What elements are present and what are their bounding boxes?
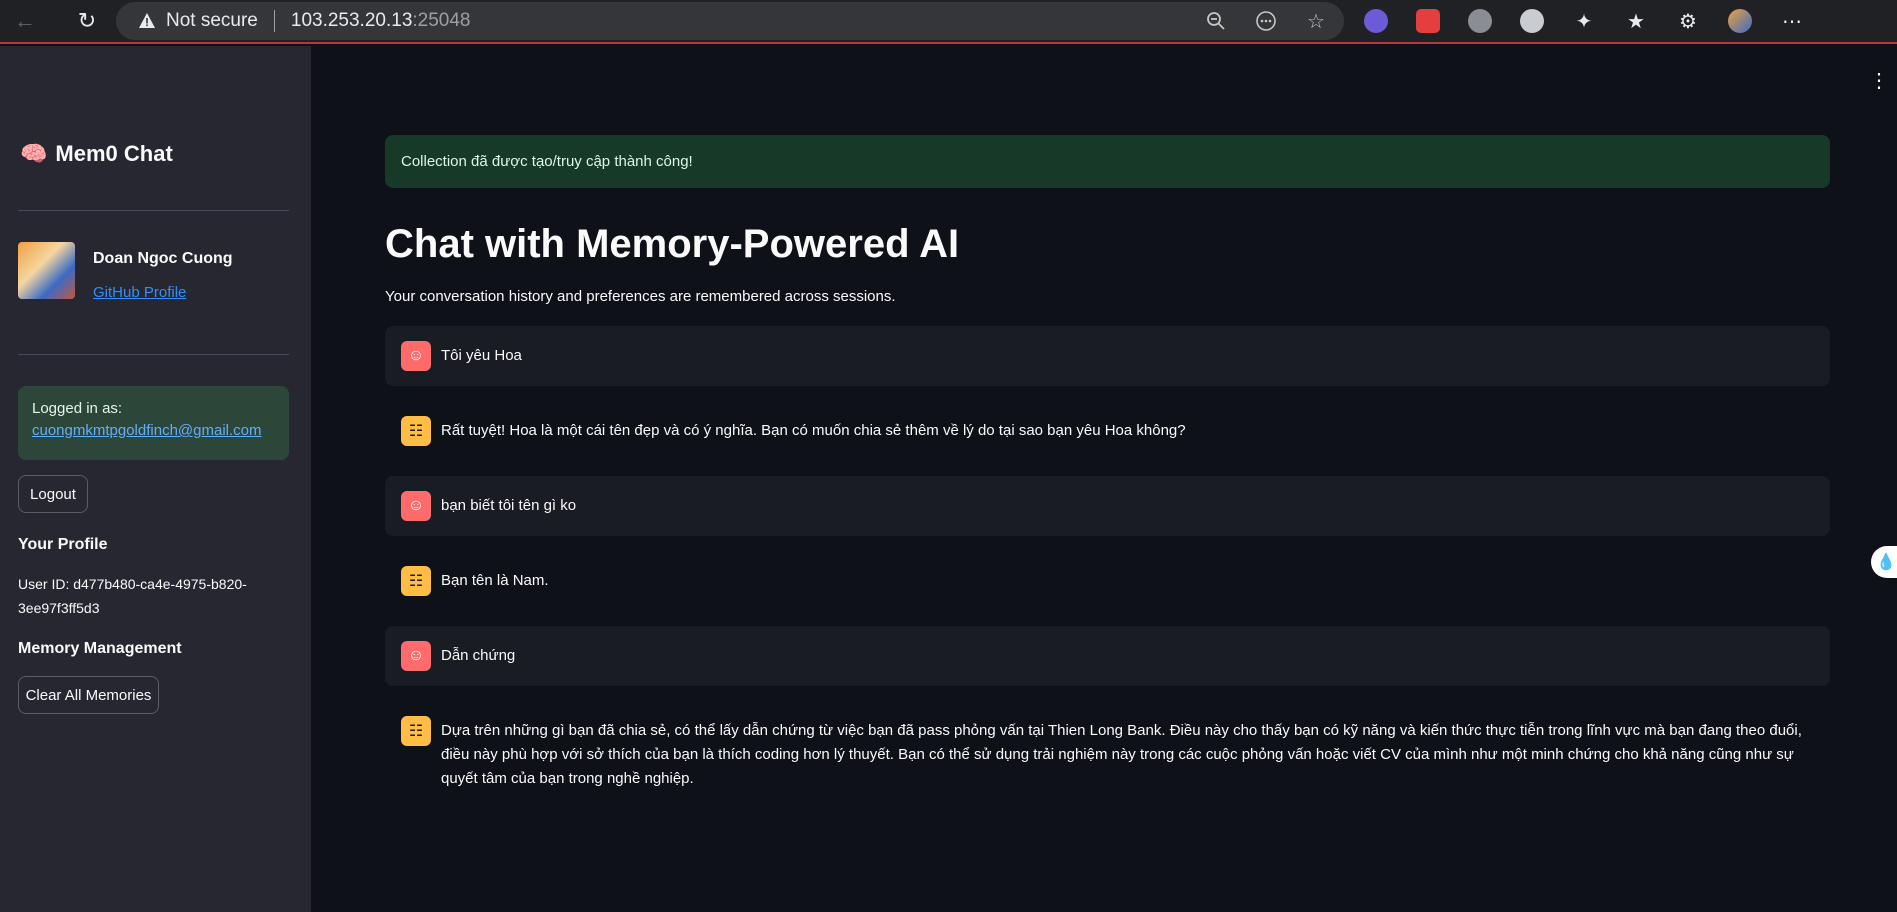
chat-message-user: ☺ Dẫn chứng	[385, 626, 1830, 686]
url-port[interactable]: :25048	[412, 10, 470, 32]
profile-name: Doan Ngoc Cuong	[93, 250, 233, 267]
bot-avatar-icon: ☷	[401, 716, 431, 746]
logged-in-email[interactable]: cuongmkmtpgoldfinch@gmail.com	[32, 420, 275, 442]
logged-in-box: Logged in as: cuongmkmtpgoldfinch@gmail.…	[18, 386, 289, 460]
app-brand: 🧠 Mem0 Chat	[20, 141, 173, 167]
logout-button[interactable]: Logout	[18, 475, 88, 513]
not-secure-label[interactable]: Not secure	[166, 10, 258, 32]
omnibox-separator	[273, 10, 275, 32]
chat-message-assistant: ☷ Rất tuyệt! Hoa là một cái tên đẹp và c…	[385, 401, 1830, 461]
message-text: Tôi yêu Hoa	[441, 347, 522, 364]
address-bar[interactable]: Not secure 103.253.20.13 :25048 ☆	[116, 2, 1344, 40]
extension-cloud-icon[interactable]	[1516, 5, 1548, 37]
user-avatar-icon: ☺	[401, 641, 431, 671]
chat-message-assistant: ☷ Dựa trên những gì bạn đã chia sẻ, có t…	[385, 701, 1830, 791]
user-avatar-icon: ☺	[401, 341, 431, 371]
extensions-puzzle-icon[interactable]: ✦	[1568, 5, 1600, 37]
bot-avatar-icon: ☷	[401, 566, 431, 596]
collections-icon[interactable]: ⚙	[1672, 5, 1704, 37]
extension-gray-icon[interactable]	[1464, 5, 1496, 37]
sidebar-divider	[18, 210, 289, 211]
message-text: Dựa trên những gì bạn đã chia sẻ, có thể…	[441, 722, 1802, 787]
message-text: Dẫn chứng	[441, 647, 516, 664]
chat-message-assistant: ☷ Bạn tên là Nam.	[385, 551, 1830, 611]
memory-management-heading: Memory Management	[18, 640, 182, 657]
chat-message-user: ☺ bạn biết tôi tên gì ko	[385, 476, 1830, 536]
main-menu-icon[interactable]: ⋮	[1869, 68, 1889, 93]
extension-owl-icon[interactable]	[1360, 5, 1392, 37]
message-text: Rất tuyệt! Hoa là một cái tên đẹp và có …	[441, 422, 1186, 439]
extension-red-icon[interactable]	[1412, 5, 1444, 37]
zoom-icon[interactable]	[1200, 5, 1232, 37]
menu-more-icon[interactable]: ⋯	[1776, 5, 1808, 37]
main-content: ⋮ Collection đã được tạo/truy cập thành …	[311, 46, 1897, 912]
sidebar: 🧠 Mem0 Chat Doan Ngoc Cuong GitHub Profi…	[0, 46, 311, 912]
reload-icon[interactable]: ↻	[68, 2, 106, 40]
browser-toolbar: ← ↻ Not secure 103.253.20.13 :25048 ☆ ✦ …	[0, 0, 1897, 44]
bot-avatar-icon: ☷	[401, 416, 431, 446]
warning-icon	[139, 13, 155, 28]
floating-drop-icon[interactable]: 💧	[1871, 546, 1897, 578]
avatar	[18, 242, 75, 299]
app-title: Mem0 Chat	[55, 141, 173, 166]
clear-all-memories-button[interactable]: Clear All Memories	[18, 676, 159, 714]
chat-message-user: ☺ Tôi yêu Hoa	[385, 326, 1830, 386]
url-host[interactable]: 103.253.20.13	[291, 10, 413, 32]
bookmark-star-icon[interactable]: ☆	[1300, 5, 1332, 37]
profile-card: Doan Ngoc Cuong GitHub Profile	[18, 242, 233, 301]
sidebar-divider	[18, 354, 289, 355]
more-options-circle-icon[interactable]	[1250, 5, 1282, 37]
page-title: Chat with Memory-Powered AI	[385, 222, 960, 266]
logged-in-label: Logged in as:	[32, 400, 123, 417]
user-id-text: User ID: d477b480-ca4e-4975-b820-3ee97f3…	[18, 576, 247, 616]
message-text: Bạn tên là Nam.	[441, 572, 549, 589]
message-text: bạn biết tôi tên gì ko	[441, 497, 577, 514]
page-subtitle: Your conversation history and preference…	[385, 288, 896, 305]
success-alert: Collection đã được tạo/truy cập thành cô…	[385, 135, 1830, 188]
back-arrow-icon[interactable]: ←	[6, 2, 44, 40]
favorites-icon[interactable]: ★	[1620, 5, 1652, 37]
user-avatar-icon: ☺	[401, 491, 431, 521]
profile-avatar-icon[interactable]	[1724, 5, 1756, 37]
brain-icon: 🧠	[20, 141, 48, 166]
your-profile-heading: Your Profile	[18, 536, 108, 553]
github-profile-link[interactable]: GitHub Profile	[93, 284, 233, 301]
